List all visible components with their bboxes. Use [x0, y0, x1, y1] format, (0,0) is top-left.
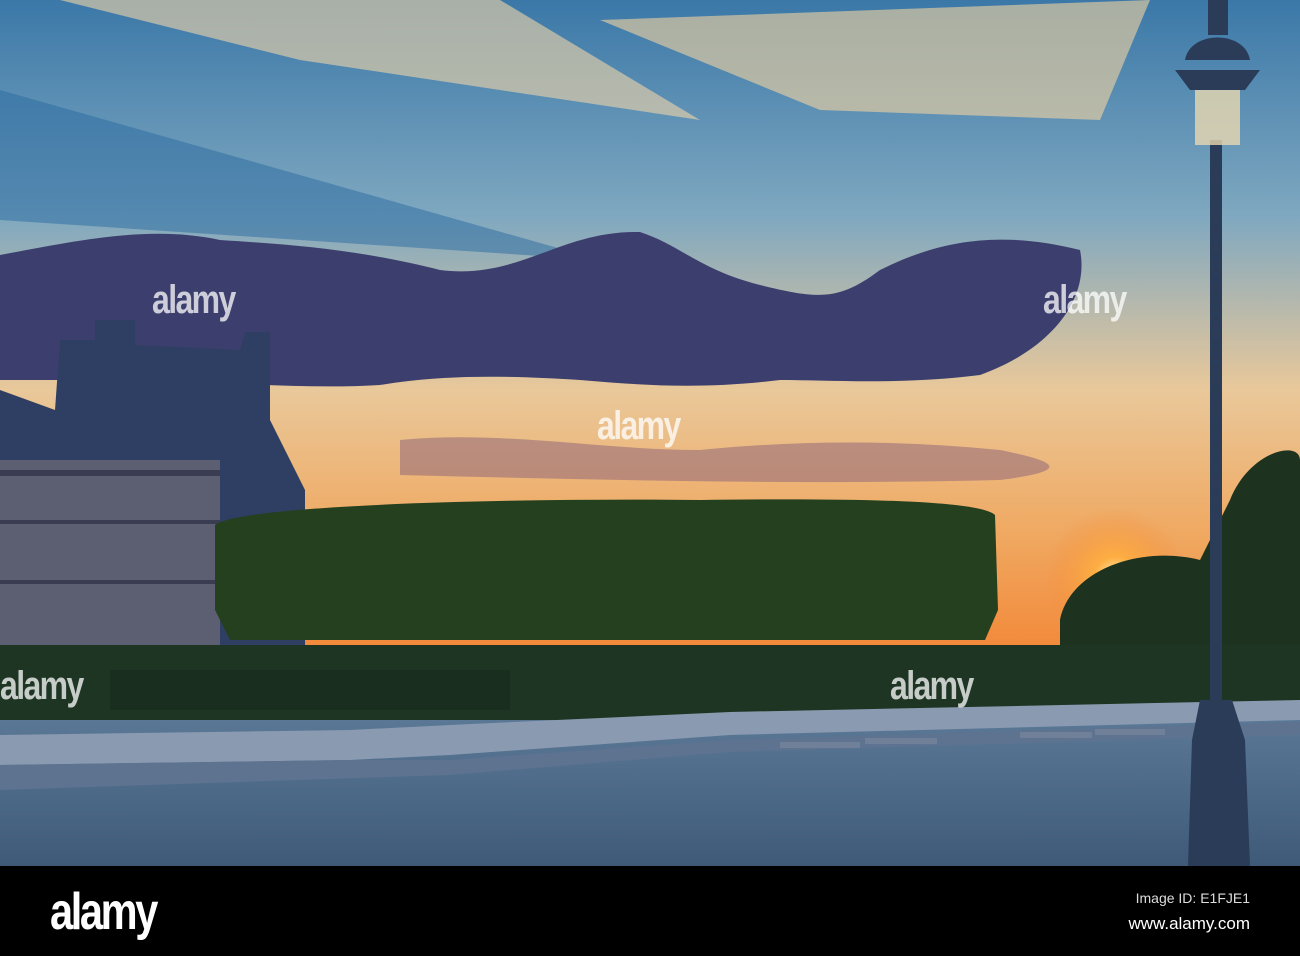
- image-id: Image ID: E1FJE1: [1135, 890, 1250, 906]
- tree-hedge: [215, 499, 998, 640]
- watermark: alamy: [890, 664, 974, 708]
- watermark: alamy: [152, 278, 236, 322]
- watermark: alamy: [1043, 278, 1127, 322]
- hedge: [110, 670, 510, 710]
- photo: alamy alamy alamy alamy alamy: [0, 0, 1300, 866]
- watermark: alamy: [597, 404, 681, 448]
- footer: alamy Image ID: E1FJE1 www.alamy.com: [0, 866, 1300, 956]
- watermark: alamy: [0, 664, 84, 708]
- website-link: www.alamy.com: [1128, 914, 1250, 933]
- alamy-logo: alamy: [50, 883, 158, 941]
